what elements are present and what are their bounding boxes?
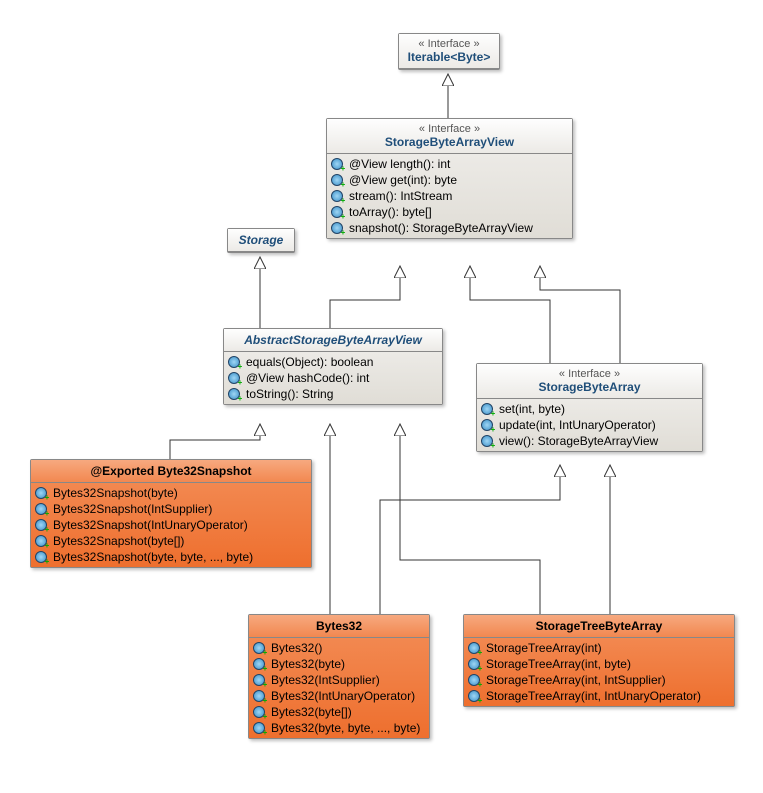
member: Bytes32(IntUnaryOperator): [253, 688, 425, 704]
class-storage-byte-array-view: « Interface » StorageByteArrayView @View…: [326, 118, 573, 239]
method-icon: [331, 157, 345, 171]
member: snapshot(): StorageByteArrayView: [331, 220, 568, 236]
member: @View length(): int: [331, 156, 568, 172]
method-icon: [35, 534, 49, 548]
class-name: StorageByteArrayView: [335, 135, 564, 149]
member-text: snapshot(): StorageByteArrayView: [349, 221, 533, 235]
member: StorageTreeArray(int): [468, 640, 730, 656]
method-icon: [35, 502, 49, 516]
method-icon: [481, 402, 495, 416]
method-icon: [228, 371, 242, 385]
member-text: Bytes32Snapshot(IntUnaryOperator): [53, 518, 248, 532]
member-text: Bytes32Snapshot(byte[]): [53, 534, 184, 548]
method-icon: [253, 641, 267, 655]
method-icon: [253, 721, 267, 735]
member-text: Bytes32Snapshot(IntSupplier): [53, 502, 212, 516]
method-icon: [468, 641, 482, 655]
member-text: toString(): String: [246, 387, 333, 401]
member-text: Bytes32(byte, byte, ..., byte): [271, 721, 420, 735]
member: set(int, byte): [481, 401, 698, 417]
member-text: StorageTreeArray(int, byte): [486, 657, 631, 671]
member: @View hashCode(): int: [228, 370, 438, 386]
member: update(int, IntUnaryOperator): [481, 417, 698, 433]
class-name: Bytes32: [257, 619, 421, 633]
member-text: StorageTreeArray(int): [486, 641, 602, 655]
stereotype: « Interface »: [335, 123, 564, 135]
member-text: StorageTreeArray(int, IntSupplier): [486, 673, 666, 687]
member: Bytes32(IntSupplier): [253, 672, 425, 688]
member-text: update(int, IntUnaryOperator): [499, 418, 656, 432]
member: StorageTreeArray(int, byte): [468, 656, 730, 672]
member-text: equals(Object): boolean: [246, 355, 373, 369]
member-text: Bytes32(byte): [271, 657, 345, 671]
method-icon: [481, 418, 495, 432]
method-icon: [35, 518, 49, 532]
member: StorageTreeArray(int, IntUnaryOperator): [468, 688, 730, 704]
member: Bytes32Snapshot(byte, byte, ..., byte): [35, 549, 307, 565]
method-icon: [468, 689, 482, 703]
class-bytes32: Bytes32 Bytes32() Bytes32(byte) Bytes32(…: [248, 614, 430, 739]
class-name: Iterable<Byte>: [407, 50, 491, 64]
member: Bytes32Snapshot(IntSupplier): [35, 501, 307, 517]
member: StorageTreeArray(int, IntSupplier): [468, 672, 730, 688]
stereotype: « Interface »: [485, 368, 694, 380]
member-text: Bytes32Snapshot(byte, byte, ..., byte): [53, 550, 253, 564]
class-abstract-storage-byte-array-view: AbstractStorageByteArrayView equals(Obje…: [223, 328, 443, 405]
method-icon: [331, 205, 345, 219]
member: Bytes32(byte, byte, ..., byte): [253, 720, 425, 736]
stereotype: « Interface »: [407, 38, 491, 50]
member-text: view(): StorageByteArrayView: [499, 434, 658, 448]
member: Bytes32Snapshot(byte[]): [35, 533, 307, 549]
member-text: Bytes32(byte[]): [271, 705, 352, 719]
member: Bytes32(byte): [253, 656, 425, 672]
method-icon: [253, 673, 267, 687]
class-name: AbstractStorageByteArrayView: [232, 333, 434, 347]
method-icon: [253, 705, 267, 719]
class-storage: Storage: [227, 228, 295, 253]
class-storage-tree-byte-array: StorageTreeByteArray StorageTreeArray(in…: [463, 614, 735, 707]
member-text: Bytes32(IntUnaryOperator): [271, 689, 415, 703]
class-name: @Exported Byte32Snapshot: [39, 464, 303, 478]
member: stream(): IntStream: [331, 188, 568, 204]
method-icon: [253, 689, 267, 703]
class-name: StorageTreeByteArray: [472, 619, 726, 633]
class-storage-byte-array: « Interface » StorageByteArray set(int, …: [476, 363, 703, 452]
member-text: stream(): IntStream: [349, 189, 452, 203]
member: toString(): String: [228, 386, 438, 402]
member-text: Bytes32(): [271, 641, 322, 655]
member-text: @View get(int): byte: [349, 173, 457, 187]
method-icon: [331, 221, 345, 235]
method-icon: [481, 434, 495, 448]
class-name: StorageByteArray: [485, 380, 694, 394]
method-icon: [468, 657, 482, 671]
method-icon: [35, 550, 49, 564]
member: Bytes32(byte[]): [253, 704, 425, 720]
method-icon: [468, 673, 482, 687]
class-iterable: « Interface » Iterable<Byte>: [398, 33, 500, 70]
member: Bytes32Snapshot(IntUnaryOperator): [35, 517, 307, 533]
method-icon: [331, 189, 345, 203]
method-icon: [228, 387, 242, 401]
method-icon: [228, 355, 242, 369]
member: @View get(int): byte: [331, 172, 568, 188]
member-text: Bytes32(IntSupplier): [271, 673, 380, 687]
member-text: @View length(): int: [349, 157, 450, 171]
member-text: StorageTreeArray(int, IntUnaryOperator): [486, 689, 701, 703]
member: Bytes32Snapshot(byte): [35, 485, 307, 501]
member-text: Bytes32Snapshot(byte): [53, 486, 178, 500]
member-text: set(int, byte): [499, 402, 565, 416]
method-icon: [35, 486, 49, 500]
method-icon: [331, 173, 345, 187]
class-name: Storage: [236, 233, 286, 247]
member-text: toArray(): byte[]: [349, 205, 432, 219]
member: toArray(): byte[]: [331, 204, 568, 220]
member: Bytes32(): [253, 640, 425, 656]
member: equals(Object): boolean: [228, 354, 438, 370]
class-byte32-snapshot: @Exported Byte32Snapshot Bytes32Snapshot…: [30, 459, 312, 568]
method-icon: [253, 657, 267, 671]
member-text: @View hashCode(): int: [246, 371, 369, 385]
member: view(): StorageByteArrayView: [481, 433, 698, 449]
